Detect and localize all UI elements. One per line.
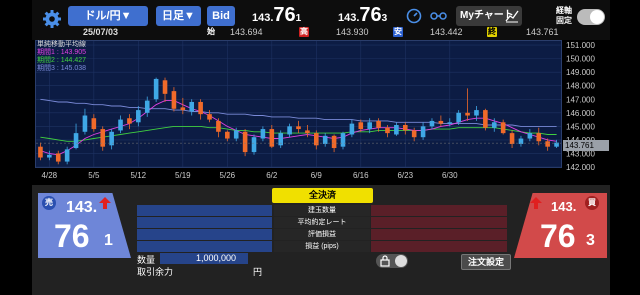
sell-price-small: 143.	[66, 199, 98, 216]
buy-price-small: 143.	[551, 199, 577, 214]
legend-period1: 期間1 : 143.905	[37, 49, 87, 56]
avg-rate-label: 平均約定レート	[274, 217, 370, 228]
order-settings-button[interactable]: 注文設定	[461, 254, 511, 270]
close-label: 終	[487, 27, 497, 37]
buy-price-tail: 3	[586, 232, 595, 249]
gear-icon[interactable]	[42, 9, 62, 29]
sell-price-big: 76	[54, 218, 90, 254]
drawing-tools-icon[interactable]	[430, 8, 448, 24]
buy-badge: 買	[585, 196, 599, 210]
axis-fix-toggle[interactable]	[577, 9, 605, 25]
quantity-value: 1,000,000	[196, 253, 237, 263]
legend-period3: 期間3 : 145.038	[37, 65, 87, 72]
close-all-button[interactable]: 全決済	[272, 188, 373, 203]
speedometer-icon[interactable]	[406, 8, 422, 24]
pips-label: 損益 (pips)	[274, 241, 370, 252]
chart-legend: 単純移動平均線 期間1 : 143.905 期間2 : 144.427 期間3 …	[37, 41, 86, 73]
high-value: 143.930	[336, 27, 369, 37]
pips-cell-left	[137, 241, 272, 252]
chart-plot[interactable]	[35, 40, 562, 168]
position-cell-left	[137, 205, 272, 216]
open-value: 143.694	[230, 27, 263, 37]
legend-period2: 期間2 : 144.427	[37, 57, 87, 64]
current-price-label: 143.761	[563, 140, 609, 151]
ask-price: 143.763	[338, 4, 388, 26]
buy-up-arrow-icon	[530, 197, 542, 209]
position-cell-right	[371, 205, 507, 216]
bid-price: 143.761	[252, 4, 302, 26]
buy-price-big: 76	[540, 218, 576, 254]
high-label: 高	[299, 27, 309, 37]
avg-rate-cell-right	[371, 217, 507, 228]
lock-icon	[380, 255, 390, 267]
pnl-cell-left	[137, 229, 272, 240]
sell-badge: 売	[42, 196, 56, 210]
sell-price-tail: 1	[104, 232, 113, 249]
axis-fix-label: 経軸 固定	[556, 6, 572, 25]
pips-cell-right	[371, 241, 507, 252]
low-label: 安	[393, 27, 403, 37]
timeframe-select[interactable]: 日足▼	[156, 6, 201, 26]
low-value: 143.442	[430, 27, 463, 37]
position-qty-label: 建玉数量	[274, 205, 370, 216]
my-chart-button[interactable]: Myチャート	[456, 6, 522, 26]
legend-title: 単純移動平均線	[37, 41, 86, 48]
currency-pair-select[interactable]: ドル/円▼	[68, 6, 148, 26]
lock-toggle-knob	[395, 255, 407, 267]
candle-date: 25/07/03	[83, 27, 119, 37]
sell-up-arrow-icon	[99, 197, 111, 209]
avg-rate-cell-left	[137, 217, 272, 228]
margin-unit: 円	[253, 267, 263, 277]
open-label: 始	[207, 27, 215, 36]
margin-label: 取引余力	[137, 267, 174, 277]
chart-icon	[505, 10, 519, 23]
pnl-cell-right	[371, 229, 507, 240]
bid-toggle-button[interactable]: Bid	[207, 6, 235, 26]
pnl-label: 評価損益	[274, 229, 370, 240]
close-value: 143.761	[526, 27, 559, 37]
lock-toggle[interactable]	[376, 254, 408, 268]
